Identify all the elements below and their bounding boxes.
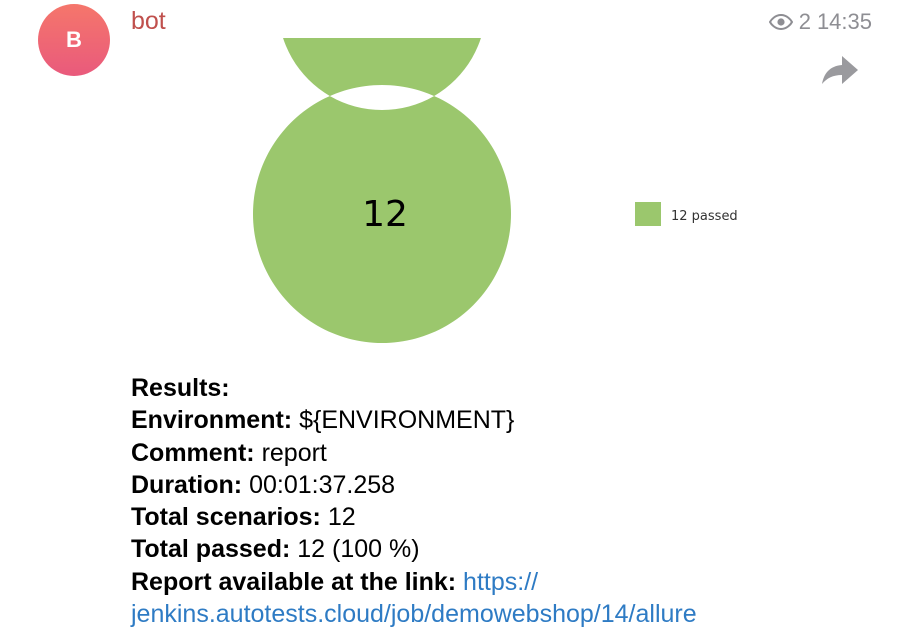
- message-meta: 2 14:35: [768, 8, 872, 36]
- avatar[interactable]: B: [38, 4, 110, 76]
- report-link-part2[interactable]: jenkins.autotests.cloud/job/demowebshop/…: [131, 600, 697, 628]
- comment-row: Comment: report: [131, 437, 697, 469]
- total-passed-value: 12 (100 %): [297, 535, 420, 564]
- total-passed-label: Total passed:: [131, 535, 291, 564]
- legend-swatch-passed: [635, 202, 661, 226]
- environment-row: Environment: ${ENVIRONMENT}: [131, 404, 697, 436]
- chart-image[interactable]: demowebshop 12 12 passed: [240, 38, 780, 358]
- results-text: Results: Environment: ${ENVIRONMENT} Com…: [131, 372, 697, 630]
- duration-label: Duration:: [131, 470, 243, 499]
- comment-value: report: [261, 438, 327, 467]
- view-count: 2: [798, 9, 811, 34]
- avatar-letter: B: [66, 27, 82, 52]
- report-link-part1[interactable]: https://: [463, 568, 538, 596]
- environment-label: Environment:: [131, 406, 293, 435]
- legend-label-passed: 12 passed: [671, 209, 738, 224]
- duration-value: 00:01:37.258: [249, 470, 396, 499]
- eye-icon: [768, 14, 793, 30]
- comment-label: Comment:: [131, 438, 255, 467]
- environment-value: ${ENVIRONMENT}: [299, 406, 515, 435]
- chart-center-label: 12: [362, 194, 408, 235]
- message-bubble: B bot 2 14:35 demowebshop 12 12 passed R…: [0, 0, 910, 636]
- total-scenarios-label: Total scenarios:: [131, 503, 321, 532]
- results-heading: Results:: [131, 374, 230, 402]
- message-time: 14:35: [816, 9, 872, 34]
- duration-row: Duration: 00:01:37.258: [131, 469, 697, 501]
- total-passed-row: Total passed: 12 (100 %): [131, 533, 697, 565]
- report-label: Report available at the link:: [131, 567, 457, 596]
- report-row: Report available at the link: https://: [131, 566, 697, 598]
- total-scenarios-row: Total scenarios: 12: [131, 501, 697, 533]
- sender-name[interactable]: bot: [131, 4, 166, 38]
- donut-chart: demowebshop 12 12 passed: [240, 38, 780, 358]
- share-arrow-icon[interactable]: [820, 54, 860, 86]
- report-link-row: jenkins.autotests.cloud/job/demowebshop/…: [131, 598, 697, 630]
- total-scenarios-value: 12: [327, 503, 356, 532]
